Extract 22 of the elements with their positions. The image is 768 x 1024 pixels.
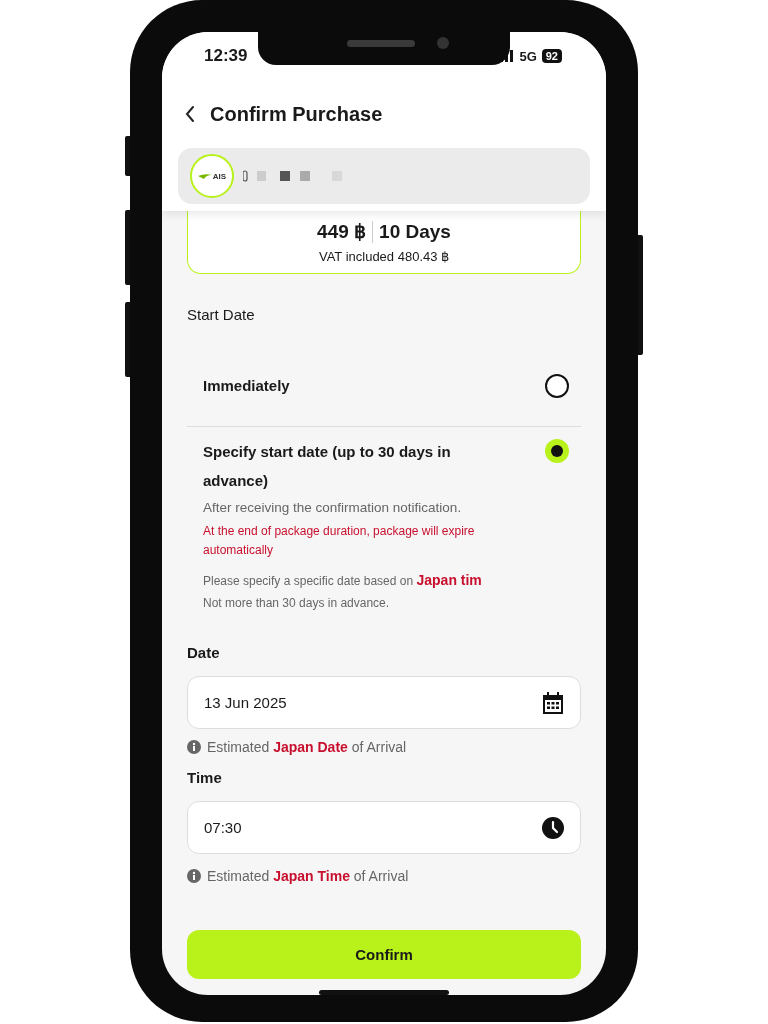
vat-text: VAT included 480.43 ฿	[318, 249, 450, 264]
note-text: Please specify a specific date based on Japan tim	[202, 571, 483, 590]
section-label: Start Date	[187, 306, 256, 324]
package-price: 449 ฿	[316, 220, 368, 243]
option-label[interactable]: Specify start date (up to 30 days in advance)	[203, 437, 503, 495]
page-title: Confirm Purchase	[210, 102, 383, 126]
note-text: After receiving the confirmation notification.	[202, 499, 463, 517]
field-label: Time	[187, 768, 223, 788]
confirm-button[interactable]: Confirm	[187, 930, 581, 979]
input-field[interactable]: 07:30	[187, 801, 581, 854]
field-label: Date	[187, 643, 221, 663]
status-time: 12:39	[204, 46, 248, 66]
network-label: 5G	[519, 48, 537, 64]
battery-level: 92	[541, 49, 562, 63]
input-field[interactable]: 13 Jun 2025	[187, 676, 581, 729]
package-duration: 10 Days	[378, 220, 452, 243]
hint-text: Estimated Japan Date of Arrival	[207, 738, 407, 757]
option-label[interactable]: Immediately	[203, 376, 290, 396]
hint-text: Estimated Japan Time of Arrival	[207, 867, 409, 886]
carrier-logo: AIS	[190, 154, 234, 198]
note-text: At the end of package duration, package will expire automatically	[202, 523, 476, 559]
note-text: Not more than 30 days in advance.	[202, 595, 391, 612]
